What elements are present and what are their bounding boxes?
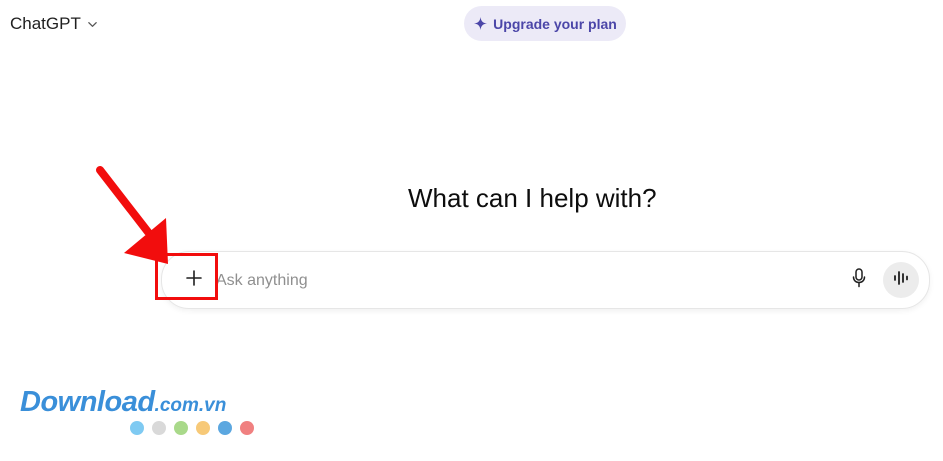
watermark-dot <box>174 421 188 435</box>
plus-icon <box>186 269 202 291</box>
voice-waveform-icon <box>892 270 910 291</box>
chevron-down-icon <box>87 18 99 30</box>
watermark-suffix: .com.vn <box>154 395 227 416</box>
upgrade-plan-label: Upgrade your plan <box>493 15 617 32</box>
watermark-dot <box>130 421 144 435</box>
watermark: Download.com.vn <box>20 386 254 435</box>
watermark-brand: Download <box>20 386 155 418</box>
model-name: ChatGPT <box>10 14 81 33</box>
model-switcher[interactable]: ChatGPT <box>10 12 99 36</box>
prompt-input[interactable] <box>214 266 818 296</box>
microphone-icon <box>851 267 867 293</box>
watermark-dot <box>218 421 232 435</box>
voice-mode-button[interactable] <box>883 262 919 298</box>
page-headline: What can I help with? <box>408 183 657 213</box>
attach-button[interactable] <box>177 263 211 297</box>
sparkle-icon <box>473 17 487 31</box>
watermark-logo: Download.com.vn <box>20 386 254 419</box>
dictate-button[interactable] <box>847 267 871 293</box>
prompt-composer <box>161 251 930 309</box>
upgrade-plan-button[interactable]: Upgrade your plan <box>464 6 626 41</box>
watermark-dot <box>196 421 210 435</box>
watermark-dots <box>130 421 254 435</box>
watermark-dot <box>240 421 254 435</box>
watermark-dot <box>152 421 166 435</box>
